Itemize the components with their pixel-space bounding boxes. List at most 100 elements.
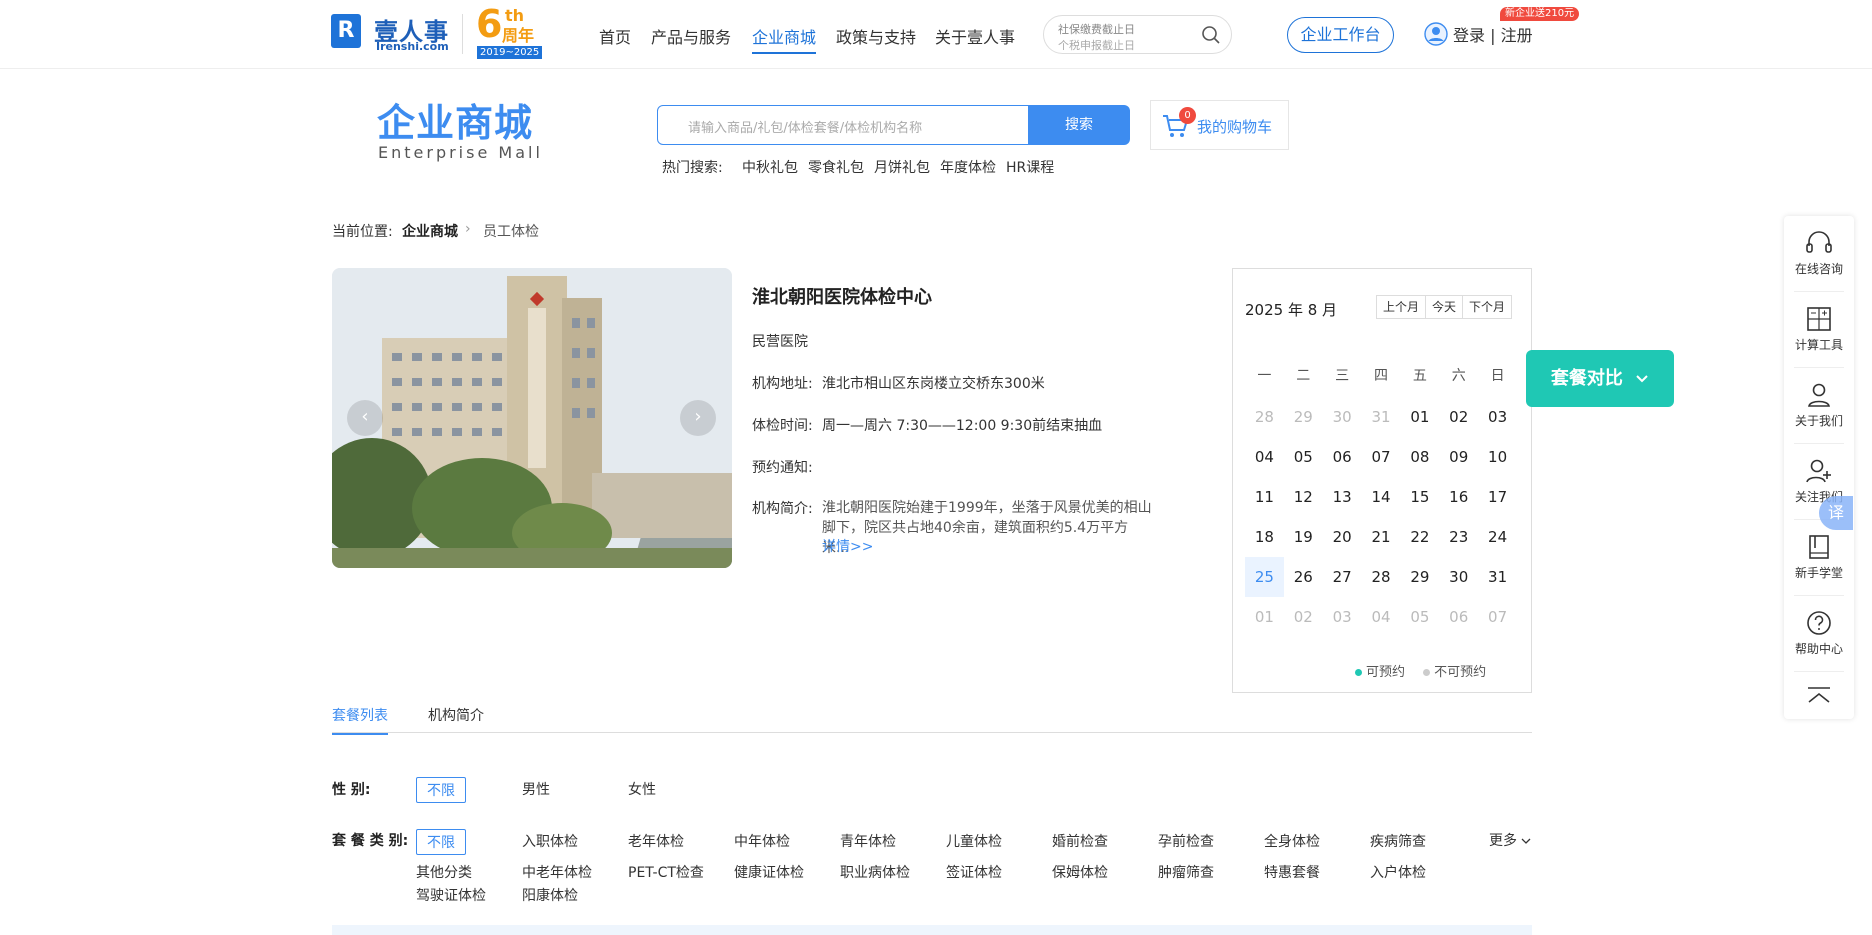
- nav-mall[interactable]: 企业商城: [752, 24, 817, 54]
- calendar-day[interactable]: 21: [1362, 528, 1401, 546]
- category-option[interactable]: 疾病筛查: [1370, 831, 1426, 851]
- breadcrumb-mall[interactable]: 企业商城: [402, 221, 458, 241]
- hot-search-item[interactable]: HR课程: [1006, 157, 1054, 177]
- calendar-day-today[interactable]: 25: [1245, 557, 1284, 597]
- category-option[interactable]: 肿瘤筛查: [1158, 862, 1214, 882]
- category-option[interactable]: 职业病体检: [840, 862, 910, 882]
- calendar-day[interactable]: 29: [1400, 568, 1439, 586]
- calc-tool-button[interactable]: 计算工具: [1784, 304, 1854, 353]
- photo-prev-arrow-icon[interactable]: ‹: [347, 400, 383, 436]
- calendar-day[interactable]: 24: [1478, 528, 1517, 546]
- calendar-day[interactable]: 31: [1478, 568, 1517, 586]
- calendar-day[interactable]: 27: [1323, 568, 1362, 586]
- calendar-day[interactable]: 17: [1478, 488, 1517, 506]
- category-option[interactable]: 保姆体检: [1052, 862, 1108, 882]
- package-list-area: [332, 925, 1532, 935]
- nav-home[interactable]: 首页: [599, 24, 631, 48]
- package-compare-button[interactable]: 套餐对比: [1526, 350, 1674, 407]
- category-more-toggle[interactable]: 更多: [1489, 830, 1531, 850]
- prev-month-button[interactable]: 上个月: [1377, 296, 1427, 318]
- category-option[interactable]: 入户体检: [1370, 862, 1426, 882]
- calendar-day[interactable]: 08: [1400, 448, 1439, 466]
- chevron-down-icon: [1635, 368, 1649, 389]
- user-icon: [1424, 22, 1448, 50]
- calendar-day[interactable]: 23: [1439, 528, 1478, 546]
- calendar-day[interactable]: 19: [1284, 528, 1323, 546]
- photo-next-arrow-icon[interactable]: ›: [680, 400, 716, 436]
- hot-search-item[interactable]: 零食礼包: [808, 157, 864, 177]
- calendar-day[interactable]: 30: [1439, 568, 1478, 586]
- nav-about[interactable]: 关于壹人事: [935, 24, 1015, 48]
- divider: [1794, 671, 1844, 672]
- help-center-button[interactable]: 帮助中心: [1784, 608, 1854, 657]
- category-option[interactable]: 孕前检查: [1158, 831, 1214, 851]
- calendar-day[interactable]: 07: [1362, 448, 1401, 466]
- calendar-day[interactable]: 20: [1323, 528, 1362, 546]
- gender-option-all[interactable]: 不限: [416, 777, 466, 803]
- anniversary-label: 周年: [502, 26, 535, 45]
- calendar-day[interactable]: 10: [1478, 448, 1517, 466]
- category-option[interactable]: 全身体检: [1264, 831, 1320, 851]
- calendar-day[interactable]: 15: [1400, 488, 1439, 506]
- about-us-button[interactable]: 关于我们: [1784, 380, 1854, 429]
- category-option[interactable]: 签证体检: [946, 862, 1002, 882]
- gender-option-female[interactable]: 女性: [628, 779, 656, 799]
- category-option[interactable]: 阳康体检: [522, 885, 578, 905]
- calendar-day[interactable]: 18: [1245, 528, 1284, 546]
- login-register-link[interactable]: 登录 | 注册: [1453, 22, 1533, 46]
- category-option[interactable]: 老年体检: [628, 831, 684, 851]
- product-search-input[interactable]: 请输入商品/礼包/体检套餐/体检机构名称: [657, 105, 1029, 145]
- tab-institution-intro[interactable]: 机构简介: [428, 705, 484, 725]
- category-option[interactable]: PET-CT检查: [628, 862, 704, 882]
- calendar-day[interactable]: 12: [1284, 488, 1323, 506]
- shopping-cart-button[interactable]: 0 我的购物车: [1150, 100, 1289, 150]
- category-option[interactable]: 其他分类: [416, 862, 472, 882]
- intro-more-link[interactable]: 详情>>: [822, 536, 873, 556]
- nav-policy[interactable]: 政策与支持: [836, 24, 916, 48]
- hot-search-item[interactable]: 中秋礼包: [742, 157, 798, 177]
- calendar-day[interactable]: 13: [1323, 488, 1362, 506]
- today-button[interactable]: 今天: [1426, 296, 1464, 318]
- back-to-top-button[interactable]: [1784, 684, 1854, 710]
- calendar-day[interactable]: 11: [1245, 488, 1284, 506]
- calendar-legend: 可预约 不可预约: [1355, 661, 1486, 680]
- calendar-day[interactable]: 01: [1400, 408, 1439, 426]
- calendar-day[interactable]: 09: [1439, 448, 1478, 466]
- category-option[interactable]: 入职体检: [522, 831, 578, 851]
- chevron-down-icon: [1521, 833, 1531, 849]
- category-option[interactable]: 青年体检: [840, 831, 896, 851]
- top-search-box[interactable]: 社保缴费截止日 个税申报截止日: [1043, 15, 1232, 54]
- next-month-button[interactable]: 下个月: [1463, 296, 1511, 318]
- calendar-day[interactable]: 06: [1323, 448, 1362, 466]
- hot-search-item[interactable]: 月饼礼包: [874, 157, 930, 177]
- beginner-school-button[interactable]: 新手学堂: [1784, 532, 1854, 581]
- logo-mark[interactable]: R: [331, 14, 361, 48]
- category-option[interactable]: 驾驶证体检: [416, 885, 486, 905]
- calendar-day[interactable]: 03: [1478, 408, 1517, 426]
- mall-title: 企业商城: [377, 101, 534, 145]
- category-option[interactable]: 健康证体检: [734, 862, 804, 882]
- calendar-day[interactable]: 26: [1284, 568, 1323, 586]
- calendar-day[interactable]: 04: [1245, 448, 1284, 466]
- calendar-day[interactable]: 28: [1362, 568, 1401, 586]
- category-option[interactable]: 中年体检: [734, 831, 790, 851]
- tab-package-list[interactable]: 套餐列表: [332, 705, 388, 735]
- calendar-day[interactable]: 05: [1284, 448, 1323, 466]
- hot-search-item[interactable]: 年度体检: [940, 157, 996, 177]
- online-consult-button[interactable]: 在线咨询: [1784, 228, 1854, 277]
- search-button[interactable]: 搜索: [1028, 105, 1130, 145]
- category-option[interactable]: 婚前检查: [1052, 831, 1108, 851]
- calendar-day[interactable]: 22: [1400, 528, 1439, 546]
- category-option[interactable]: 特惠套餐: [1264, 862, 1320, 882]
- category-option-all[interactable]: 不限: [416, 829, 466, 855]
- translate-button[interactable]: 译: [1819, 496, 1853, 530]
- category-option[interactable]: 儿童体检: [946, 831, 1002, 851]
- nav-products[interactable]: 产品与服务: [651, 24, 731, 48]
- enterprise-workbench-button[interactable]: 企业工作台: [1287, 17, 1394, 53]
- calendar-day[interactable]: 02: [1439, 408, 1478, 426]
- gender-option-male[interactable]: 男性: [522, 779, 550, 799]
- calendar-day[interactable]: 16: [1439, 488, 1478, 506]
- calendar-day[interactable]: 14: [1362, 488, 1401, 506]
- search-icon[interactable]: [1201, 25, 1221, 49]
- category-option[interactable]: 中老年体检: [522, 862, 592, 882]
